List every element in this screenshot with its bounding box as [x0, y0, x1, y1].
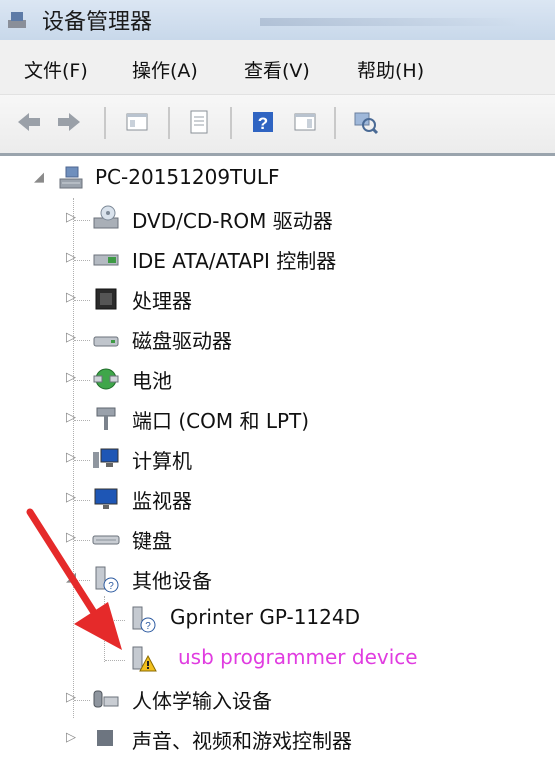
tree-item-sound[interactable]: ▷ 声音、视频和游戏控制器: [0, 718, 555, 758]
unknown-device-icon: ?: [132, 606, 156, 633]
title-bar: 设备管理器: [0, 0, 555, 40]
tree-connector: [74, 420, 90, 421]
expand-icon[interactable]: ▷: [66, 450, 76, 465]
tree-item-label: usb programmer device: [178, 645, 418, 669]
tree-item-label: 处理器: [132, 289, 192, 313]
ide-controller-icon: [93, 254, 119, 266]
tree-connector: [74, 460, 90, 461]
expand-icon[interactable]: ▷: [66, 690, 76, 705]
tree-item-label: 声音、视频和游戏控制器: [132, 729, 352, 753]
help-icon[interactable]: ?: [248, 107, 278, 137]
toolbar-separator: [104, 107, 106, 139]
tree-item-label: 键盘: [132, 529, 172, 553]
toolbar-separator: [334, 107, 336, 139]
tree-item-dvd[interactable]: ▷ DVD/CD-ROM 驱动器: [0, 198, 555, 238]
dvd-drive-icon: [93, 205, 119, 229]
tree-connector: [74, 700, 90, 701]
collapse-icon[interactable]: ◢: [34, 170, 44, 185]
tree-item-label: 磁盘驱动器: [132, 329, 232, 353]
tree-connector: [105, 620, 125, 621]
tree-connector: [74, 500, 90, 501]
menu-bar: 文件(F) 操作(A) 查看(V) 帮助(H): [0, 40, 555, 95]
device-tree: ◢ PC-20151209TULF ▷ DVD/CD-ROM 驱动器 ▷ IDE…: [0, 158, 555, 753]
warning-device-icon: [132, 646, 157, 672]
tree-item-ports[interactable]: ▷ 端口 (COM 和 LPT): [0, 398, 555, 438]
menu-help[interactable]: 帮助(H): [357, 56, 424, 83]
title-blur: [260, 18, 520, 26]
tree-connector: [105, 660, 125, 661]
tree-item-label: 端口 (COM 和 LPT): [132, 409, 310, 433]
collapse-icon[interactable]: ◢: [66, 570, 76, 585]
expand-icon[interactable]: ▷: [66, 730, 76, 745]
toolbar-separator: [230, 107, 232, 139]
expand-icon[interactable]: ▷: [66, 250, 76, 265]
tree-item-keyboard[interactable]: ▷ 键盘: [0, 518, 555, 558]
tree-item-label: Gprinter GP-1124D: [170, 605, 361, 629]
toolbar: ?: [0, 95, 555, 156]
expand-icon[interactable]: ▷: [66, 290, 76, 305]
monitor-icon: [94, 488, 118, 509]
keyboard-icon: [92, 535, 120, 545]
tree-connector: [74, 260, 90, 261]
tree-item-label: 电池: [132, 369, 172, 393]
tree-item-ide[interactable]: ▷ IDE ATA/ATAPI 控制器: [0, 238, 555, 278]
console-tree-icon[interactable]: [122, 107, 152, 137]
menu-file[interactable]: 文件(F): [24, 56, 88, 83]
svg-text:?: ?: [258, 114, 268, 133]
disk-drive-icon: [93, 336, 119, 347]
tree-item-label: IDE ATA/ATAPI 控制器: [132, 249, 337, 273]
tree-item-label: 计算机: [132, 449, 192, 473]
tree-item-label: 监视器: [132, 489, 192, 513]
tree-item-battery[interactable]: ▷ 电池: [0, 358, 555, 398]
tree-item-computer[interactable]: ▷ 计算机: [0, 438, 555, 478]
tree-root[interactable]: ◢ PC-20151209TULF: [0, 158, 555, 198]
expand-icon[interactable]: ▷: [66, 530, 76, 545]
tree-item-label: DVD/CD-ROM 驱动器: [132, 209, 333, 233]
expand-icon[interactable]: ▷: [66, 490, 76, 505]
tree-item-usb-programmer[interactable]: usb programmer device: [0, 638, 555, 678]
tree-item-monitor[interactable]: ▷ 监视器: [0, 478, 555, 518]
processor-icon: [95, 288, 117, 310]
menu-view[interactable]: 查看(V): [244, 56, 310, 83]
action-pane-icon[interactable]: [290, 107, 320, 137]
sound-icon: [97, 730, 113, 746]
properties-icon[interactable]: [184, 107, 214, 137]
expand-icon[interactable]: ▷: [66, 330, 76, 345]
device-manager-icon: [8, 12, 26, 28]
battery-icon: [93, 368, 119, 390]
tree-item-hid[interactable]: ▷ 人体学输入设备: [0, 678, 555, 718]
expand-icon[interactable]: ▷: [66, 210, 76, 225]
svg-text:?: ?: [145, 621, 151, 632]
tree-item-label: 人体学输入设备: [132, 689, 272, 713]
tree-connector: [74, 340, 90, 341]
window-title: 设备管理器: [42, 10, 153, 35]
hid-icon: [93, 690, 119, 708]
forward-icon[interactable]: [54, 107, 84, 137]
tree-connector: [74, 220, 90, 221]
tree-item-other-devices[interactable]: ◢ ? 其他设备: [0, 558, 555, 598]
unknown-device-icon: ?: [95, 566, 119, 593]
tree-connector: [74, 540, 90, 541]
tree-item-disk[interactable]: ▷ 磁盘驱动器: [0, 318, 555, 358]
svg-text:?: ?: [108, 581, 114, 592]
port-icon: [96, 407, 116, 430]
tree-item-processor[interactable]: ▷ 处理器: [0, 278, 555, 318]
tree-root-label: PC-20151209TULF: [95, 165, 280, 189]
tree-connector: [74, 580, 90, 581]
toolbar-separator: [168, 107, 170, 139]
expand-icon[interactable]: ▷: [66, 370, 76, 385]
computer-icon: [59, 166, 83, 189]
tree-item-label: 其他设备: [132, 569, 212, 593]
tree-item-gprinter[interactable]: ? Gprinter GP-1124D: [0, 598, 555, 638]
scan-hardware-icon[interactable]: [350, 107, 380, 137]
menu-action[interactable]: 操作(A): [132, 56, 198, 83]
tree-connector: [74, 300, 90, 301]
expand-icon[interactable]: ▷: [66, 410, 76, 425]
back-icon[interactable]: [14, 107, 44, 137]
tree-connector: [74, 380, 90, 381]
computer-icon: [93, 448, 119, 468]
